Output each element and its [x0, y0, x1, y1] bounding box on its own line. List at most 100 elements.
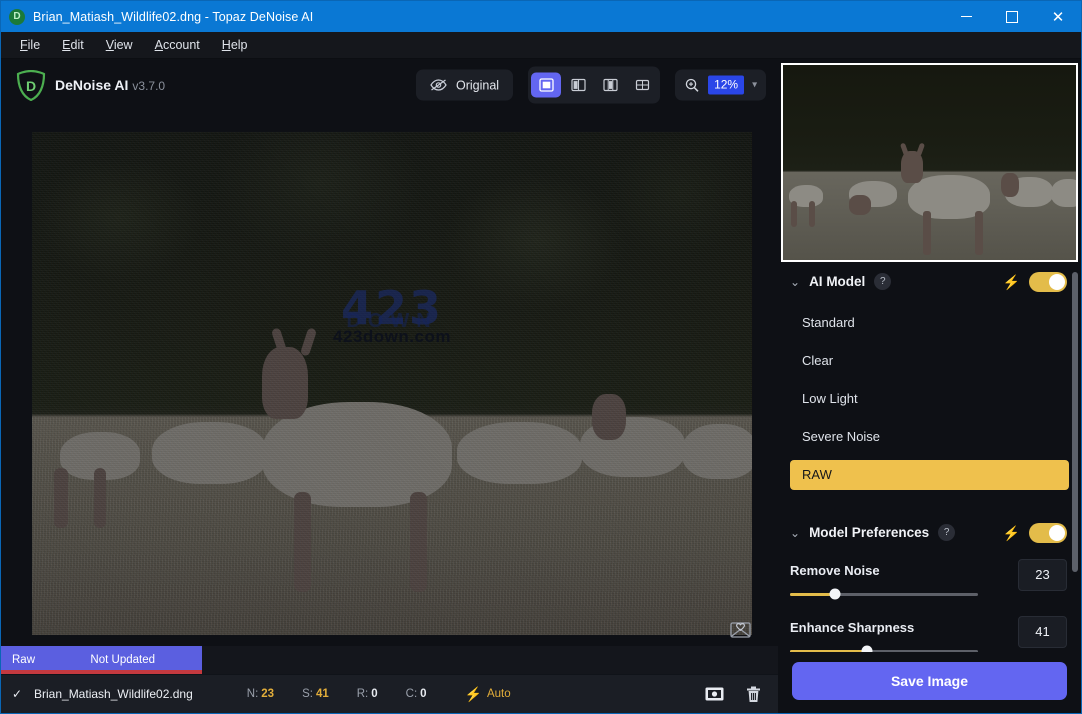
- maximize-icon[interactable]: [989, 1, 1035, 32]
- chip-noise: N:23: [247, 688, 274, 700]
- menu-item-view[interactable]: View: [95, 35, 144, 55]
- chevron-down-icon[interactable]: ⌄: [790, 276, 800, 288]
- chip-sharpness: S:41: [302, 688, 329, 700]
- status-banner: Raw Not Updated: [1, 646, 778, 674]
- menu-item-help[interactable]: Help: [211, 35, 259, 55]
- editor-column: D DeNoise AI v3.7.0: [1, 59, 778, 713]
- help-question-icon[interactable]: ?: [874, 273, 891, 290]
- two-pane-icon[interactable]: [563, 73, 593, 98]
- single-pane-icon[interactable]: [531, 73, 561, 98]
- ai-model-toggle[interactable]: [1029, 272, 1067, 292]
- trash-icon[interactable]: [746, 686, 761, 703]
- original-label: Original: [456, 78, 499, 92]
- three-pane-icon[interactable]: [595, 73, 625, 98]
- preview-elk: [923, 211, 931, 255]
- window-title: Brian_Matiash_Wildlife02.dng - Topaz DeN…: [33, 10, 313, 24]
- model-option-standard[interactable]: Standard: [790, 308, 1069, 338]
- remove-noise-label: Remove Noise: [790, 563, 1018, 578]
- image-canvas[interactable]: 423 DOWN 423down.com: [1, 111, 778, 646]
- ai-model-section-header[interactable]: ⌄ AI Model ? ⚡: [778, 262, 1081, 302]
- raw-label: Raw: [12, 654, 35, 666]
- chip-recover: R:0: [357, 688, 378, 700]
- preview-elk: [849, 195, 871, 215]
- chip-noise-value: 23: [261, 688, 274, 700]
- model-preferences-toggle[interactable]: [1029, 523, 1067, 543]
- not-updated-label: Not Updated: [90, 654, 155, 666]
- topaz-d-shield-icon: D: [9, 9, 25, 25]
- chevron-down-icon[interactable]: ⌄: [790, 527, 800, 539]
- ai-model-list: Standard Clear Low Light Severe Noise RA…: [778, 302, 1081, 496]
- settings-panel: ⌄ AI Model ? ⚡ Standard Clear: [778, 59, 1081, 713]
- application-window: D Brian_Matiash_Wildlife02.dng - Topaz D…: [0, 0, 1082, 714]
- menu-item-edit[interactable]: Edit: [51, 35, 95, 55]
- model-option-low-light[interactable]: Low Light: [790, 384, 1069, 414]
- preview-elk: [1051, 179, 1078, 207]
- add-image-icon[interactable]: [705, 687, 724, 701]
- model-label: Severe Noise: [802, 429, 880, 444]
- raw-status-chip: Raw Not Updated: [1, 646, 202, 674]
- enhance-sharpness-slider[interactable]: [790, 650, 978, 652]
- brand-block: D DeNoise AI v3.7.0: [16, 70, 165, 101]
- model-preferences-title: Model Preferences: [809, 525, 929, 540]
- filmstrip-filename[interactable]: Brian_Matiash_Wildlife02.dng: [34, 687, 193, 701]
- preview-elk: [791, 201, 797, 227]
- model-label: Low Light: [802, 391, 858, 406]
- minimize-icon[interactable]: [943, 1, 989, 32]
- eye-off-icon: [430, 79, 447, 92]
- checkmark-icon[interactable]: ✓: [12, 687, 29, 701]
- ai-model-controls: ⚡: [1003, 272, 1067, 292]
- model-option-raw[interactable]: RAW: [790, 460, 1069, 490]
- settings-scrollbar[interactable]: [1072, 272, 1078, 572]
- remove-noise-slider[interactable]: [790, 593, 978, 596]
- original-toggle-button[interactable]: Original: [416, 70, 513, 101]
- model-option-clear[interactable]: Clear: [790, 346, 1069, 376]
- remove-noise-value[interactable]: 23: [1018, 559, 1067, 591]
- menu-item-file[interactable]: File: [9, 35, 51, 55]
- app-toolbar: D DeNoise AI v3.7.0: [1, 59, 778, 111]
- preview-elk: [1001, 173, 1019, 197]
- filmstrip-bar: ✓ Brian_Matiash_Wildlife02.dng N:23 S:41…: [1, 674, 778, 713]
- ai-model-title: AI Model: [809, 274, 865, 289]
- enhance-sharpness-value[interactable]: 41: [1018, 616, 1067, 648]
- model-preferences-section-header[interactable]: ⌄ Model Preferences ? ⚡: [778, 513, 1081, 553]
- filmstrip-actions: [705, 686, 767, 703]
- lightning-bolt-icon: ⚡: [465, 687, 482, 701]
- model-preferences-controls: ⚡: [1003, 523, 1067, 543]
- preview-thumbnail[interactable]: [781, 63, 1078, 262]
- brand-name: DeNoise AI: [55, 77, 128, 93]
- model-option-severe-noise[interactable]: Severe Noise: [790, 422, 1069, 452]
- save-area: Save Image: [778, 652, 1081, 713]
- chip-color: C:0: [406, 688, 427, 700]
- view-mode-group: [528, 67, 660, 104]
- chevron-down-icon[interactable]: ▾: [752, 80, 757, 91]
- envelope-heart-icon[interactable]: [730, 621, 751, 638]
- magnifier-plus-icon[interactable]: [684, 77, 700, 93]
- adjustment-chips: N:23 S:41 R:0 C:0: [247, 688, 455, 700]
- remove-noise-block: Remove Noise 23: [778, 553, 1081, 596]
- menu-item-account[interactable]: Account: [144, 35, 211, 55]
- preview-elk: [975, 211, 983, 255]
- help-question-icon[interactable]: ?: [938, 524, 955, 541]
- auto-label: Auto: [487, 688, 511, 700]
- model-label: Standard: [802, 315, 855, 330]
- lightning-bolt-icon[interactable]: ⚡: [1003, 526, 1020, 540]
- save-image-button[interactable]: Save Image: [792, 662, 1067, 700]
- grid-pane-icon[interactable]: [627, 73, 657, 98]
- zoom-control-group: 12% ▾: [675, 70, 766, 101]
- auto-button[interactable]: ⚡ Auto: [465, 687, 511, 701]
- enhance-sharpness-block: Enhance Sharpness 41: [778, 610, 1081, 652]
- zoom-input[interactable]: 12%: [708, 76, 744, 94]
- menu-bar: File Edit View Account Help: [1, 32, 1081, 59]
- chip-color-value: 0: [420, 688, 426, 700]
- chip-recover-value: 0: [371, 688, 377, 700]
- main-body: D DeNoise AI v3.7.0: [1, 59, 1081, 713]
- settings-scroll-area[interactable]: ⌄ AI Model ? ⚡ Standard Clear: [778, 262, 1081, 652]
- chip-sharpness-value: 41: [316, 688, 329, 700]
- close-icon[interactable]: ✕: [1035, 1, 1081, 32]
- enhance-sharpness-label: Enhance Sharpness: [790, 620, 1018, 635]
- denoise-shield-logo: D: [16, 70, 46, 101]
- svg-text:D: D: [26, 78, 36, 94]
- model-label: RAW: [802, 467, 832, 482]
- preview-image[interactable]: 423 DOWN 423down.com: [32, 132, 752, 635]
- lightning-bolt-icon[interactable]: ⚡: [1003, 275, 1020, 289]
